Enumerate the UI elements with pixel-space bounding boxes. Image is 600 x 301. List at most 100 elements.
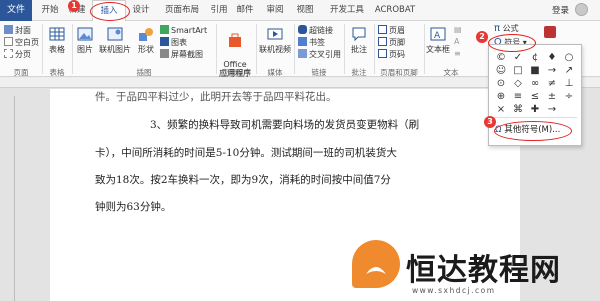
svg-text:A: A [434, 31, 441, 41]
highlight-symbol-button [488, 34, 536, 52]
chart-button[interactable]: 图表 [160, 37, 187, 48]
symbol-cell[interactable]: ≡ [509, 90, 527, 104]
shapes-icon [139, 28, 153, 41]
ribbon-divider [294, 24, 295, 74]
tab-view[interactable]: 视图 [294, 0, 316, 21]
wordart-icon[interactable]: A [454, 37, 459, 46]
textbox-icon: A [430, 27, 446, 41]
pi-icon: π [494, 23, 501, 34]
symbol-cell[interactable]: ⊙ [492, 77, 510, 91]
screenshot-icon [160, 49, 169, 58]
bookmark-button[interactable]: 书签 [298, 37, 325, 48]
group-label-tables: 表格 [49, 68, 65, 77]
cover-icon [4, 25, 13, 34]
blank-page-icon [4, 37, 13, 46]
shapes-button[interactable]: 形状 [134, 26, 158, 55]
symbol-cell[interactable]: ∞ [526, 77, 544, 91]
symbol-cell[interactable]: ± [543, 90, 561, 104]
group-label-pages: 页面 [13, 68, 29, 77]
link-icon [298, 25, 307, 34]
symbol-cell[interactable]: ⊕ [492, 90, 510, 104]
group-label-media: 媒体 [267, 68, 283, 77]
symbol-cell[interactable]: ≠ [543, 77, 561, 91]
group-label-text: 文本 [443, 68, 459, 77]
bookmark-icon [298, 37, 307, 46]
drop-cap-icon[interactable]: ≡ [454, 49, 461, 58]
screenshot-button[interactable]: 屏幕截图 [160, 49, 203, 60]
symbol-cell[interactable]: ✚ [526, 103, 544, 117]
page-break-button[interactable]: 分页 [4, 49, 31, 60]
symbol-cell[interactable]: ⊥ [560, 77, 578, 91]
online-video-button[interactable]: 联机视频 [258, 26, 292, 55]
symbol-cell[interactable]: → [543, 103, 561, 117]
symbol-cell[interactable]: × [492, 103, 510, 117]
quick-parts-icon[interactable]: ▤ [454, 25, 462, 34]
online-picture-button[interactable]: 联机图片 [98, 26, 132, 55]
symbol-cell[interactable]: ■ [526, 64, 544, 78]
watermark-brand: 恒达教程网 [406, 253, 561, 288]
paragraph-line: 钟则为63分钟。 [95, 201, 172, 213]
tab-review[interactable]: 审阅 [264, 0, 286, 21]
paragraph-line: 致为18次。按2车换料一次，即为9次，消耗的时间按中间值7分 [95, 174, 391, 186]
tab-design[interactable]: 设计 [128, 0, 154, 21]
symbol-cell[interactable]: ≤ [526, 90, 544, 104]
symbol-cell[interactable]: ÷ [560, 90, 578, 104]
symbol-cell[interactable]: ☺ [492, 64, 510, 78]
cross-reference-button[interactable]: 交叉引用 [298, 49, 341, 60]
embed-flash-button[interactable] [540, 24, 560, 42]
store-icon [229, 33, 241, 47]
page-break-icon [4, 49, 13, 58]
symbol-cell[interactable]: ♦ [543, 51, 561, 65]
tab-mailings[interactable]: 邮件 [234, 0, 256, 21]
tab-home[interactable]: 开始 [38, 0, 62, 21]
smartart-button[interactable]: SmartArt [160, 25, 207, 35]
cover-button[interactable]: 封面 [4, 25, 31, 36]
group-label-apps: 应用程序 [221, 68, 251, 77]
symbol-cell[interactable]: □ [509, 64, 527, 78]
comment-icon [352, 27, 366, 42]
tab-developer[interactable]: 开发工具 [326, 0, 368, 21]
header-button[interactable]: 页眉 [378, 25, 405, 36]
paragraph-line: 卡），中间所消耗的时间是5-10分钟。测试期间一班的司机装货大 [95, 147, 397, 159]
login-link[interactable]: 登录 [552, 4, 569, 16]
footer-icon [378, 37, 387, 46]
page-number-icon [378, 49, 387, 58]
table-icon [49, 27, 65, 41]
step-badge-2: 2 [476, 31, 488, 43]
textbox-button[interactable]: A 文本框 [424, 26, 452, 55]
comment-button[interactable]: 批注 [348, 26, 370, 55]
picture-icon [77, 27, 93, 41]
watermark-url: www.sxhdcj.com [412, 286, 496, 295]
symbol-cell[interactable]: © [492, 51, 510, 65]
equation-button[interactable]: π 公式 [494, 23, 519, 34]
tab-file[interactable]: 文件 [0, 0, 32, 21]
symbol-cell[interactable]: ◇ [509, 77, 527, 91]
avatar[interactable] [575, 3, 588, 16]
symbol-cell[interactable]: ✓ [509, 51, 527, 65]
tab-references[interactable]: 引用 [208, 0, 230, 21]
symbol-cell[interactable]: ⌘ [509, 103, 527, 117]
tab-layout[interactable]: 页面布局 [160, 0, 204, 21]
symbol-cell[interactable]: → [543, 64, 561, 78]
step-badge-1: 1 [68, 0, 80, 12]
table-button[interactable]: 表格 [46, 26, 68, 55]
flash-icon [544, 26, 556, 38]
paragraph-line: 件。于品四平料过少，此明开去等于品四平料花出。 [95, 91, 337, 103]
group-label-header-footer: 页眉和页脚 [380, 68, 418, 77]
footer-button[interactable]: 页脚 [378, 37, 405, 48]
tab-acrobat[interactable]: ACROBAT [372, 0, 418, 21]
ribbon-divider [216, 24, 217, 74]
symbol-cell[interactable]: ↗ [560, 64, 578, 78]
video-icon [267, 28, 283, 40]
group-label-comments: 批注 [351, 68, 367, 77]
symbol-cell[interactable]: ○ [560, 51, 578, 65]
symbol-cell[interactable]: ¢ [526, 51, 544, 65]
picture-button[interactable]: 图片 [74, 26, 96, 55]
page-number-button[interactable]: 页码 [378, 49, 405, 60]
hyperlink-button[interactable]: 超链接 [298, 25, 333, 36]
group-label-links: 链接 [311, 68, 327, 77]
blank-page-button[interactable]: 空白页 [4, 37, 39, 48]
smartart-icon [160, 25, 169, 34]
brand-logo [352, 240, 400, 288]
step-badge-3: 3 [484, 116, 496, 128]
